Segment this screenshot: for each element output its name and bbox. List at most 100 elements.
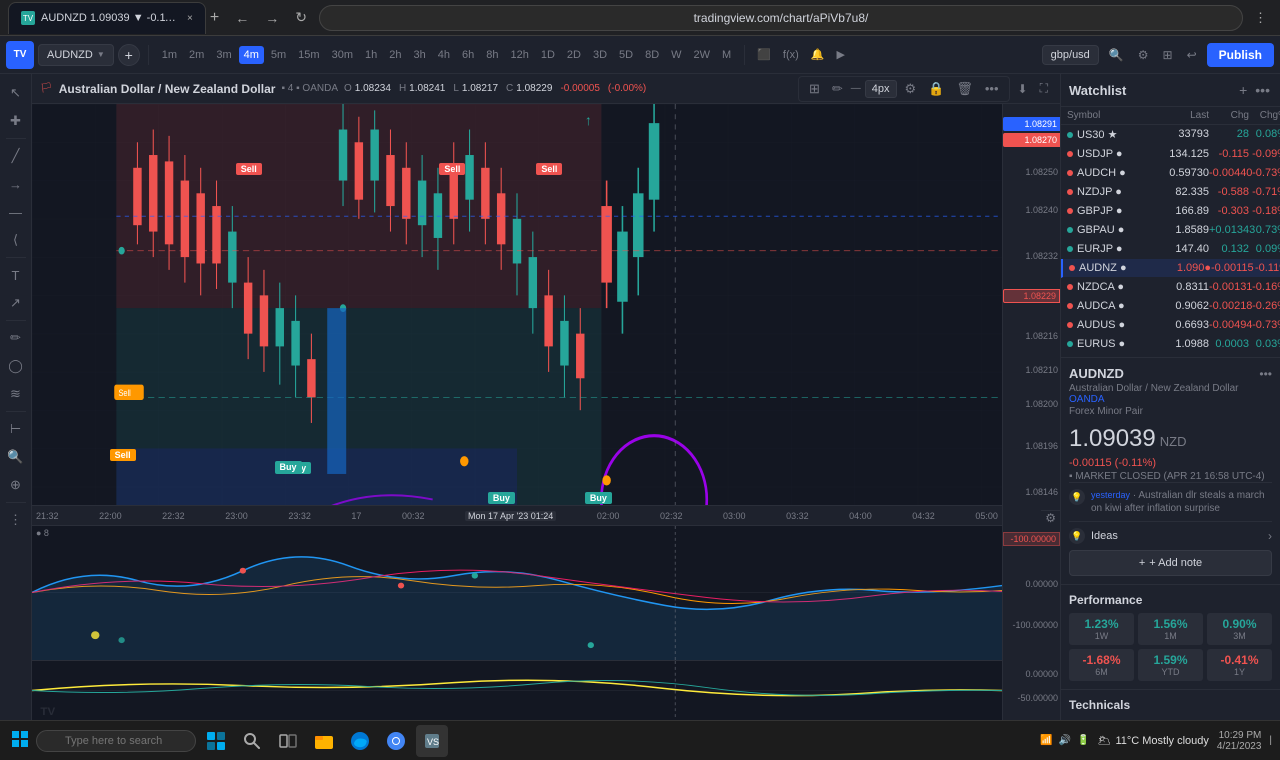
ideas-row[interactable]: 💡 Ideas › xyxy=(1069,521,1272,550)
text-tool[interactable]: T xyxy=(3,262,29,288)
cursor-tool[interactable]: ↖ xyxy=(3,80,29,106)
magnet-tool[interactable]: ⊕ xyxy=(3,472,29,498)
wl-chgp-10: -0.73% xyxy=(1249,319,1280,331)
main-chart-area[interactable]: Sell Sell Sell Sell Sell Buy Buy Buy Buy… xyxy=(32,104,1002,525)
draw-trash-btn[interactable]: 🗑 xyxy=(952,79,977,99)
settings-toolbar-button[interactable]: ⚙ xyxy=(1134,46,1153,64)
hline-tool[interactable]: — xyxy=(3,199,29,225)
publish-button[interactable]: Publish xyxy=(1207,43,1274,67)
tf-5m[interactable]: 5m xyxy=(266,46,291,64)
add-symbol-button[interactable]: + xyxy=(118,44,140,66)
draw-pencil-btn[interactable]: ✏ xyxy=(828,79,847,99)
chart-type-button[interactable]: ⬛ xyxy=(753,46,775,63)
tf-2w[interactable]: 2W xyxy=(689,46,716,64)
perf-val-1: 1.56% xyxy=(1144,617,1197,631)
draw-more-btn[interactable]: ••• xyxy=(981,79,1003,98)
indicators-button[interactable]: f(x) xyxy=(779,47,803,63)
new-tab-button[interactable]: + xyxy=(206,5,223,31)
brush-tool[interactable]: ✏ xyxy=(3,325,29,351)
tf-3h[interactable]: 3h xyxy=(408,46,430,64)
tf-15m[interactable]: 15m xyxy=(293,46,324,64)
watchlist-row-6[interactable]: EURJP ● 147.40 0.132 0.09% xyxy=(1061,240,1280,259)
chart-collapse-btn[interactable]: ⬇ xyxy=(1014,80,1032,98)
alerts-button[interactable]: 🔔 xyxy=(807,46,829,63)
taskbar-app-5[interactable]: VS xyxy=(416,725,448,757)
tf-1d[interactable]: 1D xyxy=(536,46,560,64)
tf-3m[interactable]: 3m xyxy=(211,46,236,64)
watchlist-row-0[interactable]: US30 ★ 33793 28 0.08% xyxy=(1061,125,1280,145)
price-label-6: 1.08210 xyxy=(1025,365,1058,375)
watchlist-row-10[interactable]: AUDUS ● 0.6693 -0.00494 -0.73% xyxy=(1061,316,1280,335)
layout-button[interactable]: ⊞ xyxy=(1159,46,1177,64)
draw-lock-btn[interactable]: 🔒 xyxy=(924,79,948,99)
taskbar-app-taskview[interactable] xyxy=(272,725,304,757)
forward-button[interactable]: → xyxy=(259,6,285,30)
replay-button[interactable]: ▶ xyxy=(833,46,849,63)
ray-tool[interactable]: → xyxy=(3,171,29,197)
watchlist-row-11[interactable]: EURUS ● 1.0988 0.0003 0.03% xyxy=(1061,335,1280,354)
tf-4m[interactable]: 4m xyxy=(239,46,264,64)
taskbar-file-explorer[interactable] xyxy=(308,725,340,757)
draw-shapes-btn[interactable]: ⊞ xyxy=(805,79,824,99)
shape-tool[interactable]: ◯ xyxy=(3,353,29,379)
taskbar-chrome[interactable] xyxy=(380,725,412,757)
news-item[interactable]: 💡 yesterday · Australian dlr steals a ma… xyxy=(1069,482,1272,521)
watchlist-row-5[interactable]: GBPAU ● 1.8589 +0.01343 0.73% xyxy=(1061,221,1280,240)
undo-button[interactable]: ↩ xyxy=(1183,46,1201,64)
arrow-tool[interactable]: ↗ xyxy=(3,290,29,316)
tf-6h[interactable]: 6h xyxy=(457,46,479,64)
tf-w[interactable]: W xyxy=(666,46,686,64)
search-toolbar-button[interactable]: 🔍 xyxy=(1105,46,1128,64)
tf-1m[interactable]: 1m xyxy=(157,46,182,64)
tf-8d[interactable]: 8D xyxy=(640,46,664,64)
tf-4h[interactable]: 4h xyxy=(433,46,455,64)
back-button[interactable]: ← xyxy=(229,6,255,30)
tf-m[interactable]: M xyxy=(717,46,736,64)
refresh-button[interactable]: ↻ xyxy=(289,5,313,30)
taskbar-search-input[interactable] xyxy=(36,730,196,752)
watchlist-add-button[interactable]: + xyxy=(1237,80,1249,100)
tf-2d[interactable]: 2D xyxy=(562,46,586,64)
extensions-button[interactable]: ⋮ xyxy=(1249,8,1272,28)
watchlist-row-9[interactable]: AUDCA ● 0.9062 -0.00218 -0.26% xyxy=(1061,297,1280,316)
watchlist-more-button[interactable]: ••• xyxy=(1253,80,1272,100)
show-desktop-button[interactable]: | xyxy=(1269,735,1272,746)
watchlist-row-2[interactable]: AUDCH ● 0.59730 -0.00440 -0.73% xyxy=(1061,164,1280,183)
watchlist-row-8[interactable]: NZDCA ● 0.8311 -0.00131 -0.16% xyxy=(1061,278,1280,297)
channel-tool[interactable]: ⟨ xyxy=(3,227,29,253)
price-label-5: 1.08216 xyxy=(1025,331,1058,341)
add-note-button[interactable]: + + Add note xyxy=(1069,550,1272,576)
tf-12h[interactable]: 12h xyxy=(505,46,533,64)
watchlist-row-4[interactable]: GBPJP ● 166.89 -0.303 -0.18% xyxy=(1061,202,1280,221)
more-tools[interactable]: ⋮ xyxy=(3,507,29,533)
tf-3d[interactable]: 3D xyxy=(588,46,612,64)
draw-settings-btn[interactable]: ⚙ xyxy=(901,79,921,99)
active-tab[interactable]: TV AUDNZD 1.09039 ▼ -0.11%; gbp/u... × xyxy=(8,2,206,34)
address-bar[interactable] xyxy=(319,5,1243,31)
start-button[interactable] xyxy=(8,727,32,754)
zoom-tool[interactable]: 🔍 xyxy=(3,444,29,470)
tf-2m[interactable]: 2m xyxy=(184,46,209,64)
measure-tool[interactable]: ⊢ xyxy=(3,416,29,442)
chart-settings-btn[interactable]: ⚙ xyxy=(1045,511,1056,525)
watchlist-row-1[interactable]: USDJP ● 134.125 -0.115 -0.09% xyxy=(1061,145,1280,164)
comparison-symbol[interactable]: gbp/usd xyxy=(1042,45,1099,65)
chart-fullscreen-btn[interactable]: ⛶ xyxy=(1036,79,1052,98)
taskbar-app-search[interactable] xyxy=(236,725,268,757)
watchlist-row-3[interactable]: NZDJP ● 82.335 -0.588 -0.71% xyxy=(1061,183,1280,202)
tf-2h[interactable]: 2h xyxy=(384,46,406,64)
tf-30m[interactable]: 30m xyxy=(327,46,358,64)
tab-close-icon[interactable]: × xyxy=(187,13,193,24)
watchlist-row-7[interactable]: AUDNZ ● 1.090● -0.00115 -0.11% xyxy=(1061,259,1280,278)
buy-badge-2: Buy xyxy=(585,492,612,504)
taskbar-app-widgets[interactable] xyxy=(200,725,232,757)
tf-1h[interactable]: 1h xyxy=(360,46,382,64)
trendline-tool[interactable]: ╱ xyxy=(3,143,29,169)
taskbar-edge-browser[interactable] xyxy=(344,725,376,757)
fib-tool[interactable]: ≋ xyxy=(3,381,29,407)
detail-more-button[interactable]: ••• xyxy=(1259,367,1272,381)
tf-5d[interactable]: 5D xyxy=(614,46,638,64)
tf-8h[interactable]: 8h xyxy=(481,46,503,64)
symbol-selector[interactable]: AUDNZD ▼ xyxy=(38,44,114,66)
crosshair-tool[interactable]: ✚ xyxy=(3,108,29,134)
